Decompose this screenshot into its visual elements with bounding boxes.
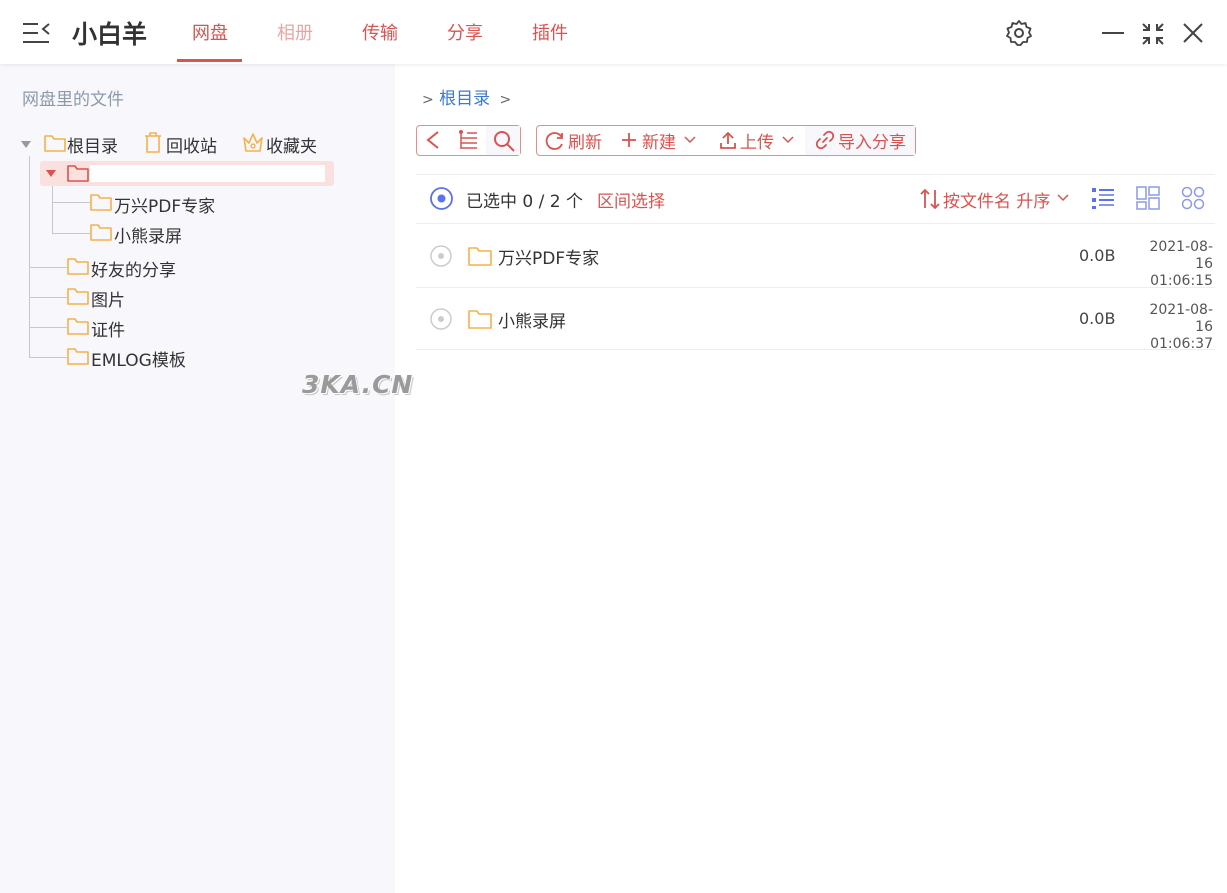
folder-icon — [67, 288, 89, 305]
import-share-button[interactable]: 导入分享 — [838, 128, 906, 153]
tab-share[interactable]: 分享 — [447, 19, 483, 45]
file-size: 0.0B — [1079, 309, 1116, 328]
file-date-day: 2021-08-16 — [1149, 239, 1213, 272]
grid-view-icon[interactable] — [1181, 186, 1205, 210]
maximize-icon[interactable] — [1141, 22, 1165, 46]
file-size: 0.0B — [1079, 246, 1116, 265]
refresh-button[interactable]: 刷新 — [568, 128, 602, 153]
range-select-button[interactable]: 区间选择 — [597, 187, 665, 212]
tree-folder-label[interactable]: EMLOG模板 — [91, 346, 186, 371]
refresh-icon — [545, 132, 563, 150]
app-title: 小白羊 — [72, 20, 148, 49]
tab-plugins[interactable]: 插件 — [532, 19, 568, 45]
tree-line — [29, 327, 67, 328]
tree-line — [29, 357, 67, 358]
row-select-radio-icon[interactable] — [430, 308, 452, 330]
chevron-down-icon — [782, 136, 794, 144]
divider — [416, 223, 1215, 224]
chevron-down-icon — [684, 136, 696, 144]
folder-icon — [67, 318, 89, 335]
tree-line — [52, 184, 53, 234]
search-icon[interactable] — [492, 129, 516, 153]
expand-arrow-icon[interactable] — [45, 168, 57, 178]
thumbnail-view-icon[interactable] — [1136, 186, 1160, 210]
title-bar: 小白羊 网盘 相册 传输 分享 插件 — [0, 0, 1227, 64]
folder-icon — [44, 135, 66, 152]
new-button[interactable]: 新建 — [642, 128, 676, 153]
file-name[interactable]: 万兴PDF专家 — [498, 244, 599, 269]
row-select-radio-icon[interactable] — [430, 245, 452, 267]
breadcrumb-root[interactable]: 根目录 — [439, 89, 490, 109]
tree-folder-label[interactable]: 证件 — [91, 316, 125, 341]
divider — [416, 174, 1215, 175]
tree-root-label[interactable]: 根目录 — [67, 132, 118, 157]
tree-line — [29, 267, 67, 268]
file-date-time: 01:06:37 — [1150, 336, 1213, 352]
tab-netdisk[interactable]: 网盘 — [192, 19, 228, 45]
tab-transfer[interactable]: 传输 — [362, 19, 398, 45]
chevron-down-icon — [1057, 194, 1069, 202]
tab-album[interactable]: 相册 — [277, 19, 313, 45]
link-icon — [815, 130, 835, 150]
active-tab-indicator — [177, 59, 242, 62]
upload-icon — [720, 131, 736, 149]
gear-icon[interactable] — [1005, 19, 1033, 47]
tree-favorites-label[interactable]: 收藏夹 — [266, 132, 317, 157]
tree-view-icon[interactable] — [456, 128, 480, 152]
tree-line — [52, 233, 90, 234]
tree-line — [52, 202, 90, 203]
breadcrumb-separator: > — [499, 92, 512, 108]
file-name[interactable]: 小熊录屏 — [498, 307, 566, 332]
folder-icon — [90, 224, 112, 241]
close-icon[interactable] — [1182, 22, 1204, 44]
expand-arrow-icon[interactable] — [20, 139, 32, 149]
breadcrumb-separator: > — [422, 92, 434, 108]
breadcrumb: > 根目录 > — [422, 84, 511, 109]
divider — [416, 287, 1215, 288]
list-view-icon[interactable] — [1091, 186, 1115, 210]
back-icon[interactable] — [424, 130, 442, 150]
tree-folder-label[interactable]: 图片 — [91, 286, 125, 311]
tree-folder-label[interactable]: 好友的分享 — [91, 256, 176, 281]
file-date: 2021-08-16 01:06:37 — [1132, 302, 1213, 353]
folder-icon — [90, 194, 112, 211]
file-date-day: 2021-08-16 — [1149, 302, 1213, 335]
upload-button[interactable]: 上传 — [740, 128, 774, 153]
file-date: 2021-08-16 01:06:15 — [1132, 239, 1213, 290]
tree-trash-label[interactable]: 回收站 — [166, 132, 217, 157]
folder-icon — [67, 165, 89, 182]
select-all-radio-icon[interactable] — [429, 186, 454, 211]
sort-button[interactable]: 按文件名 升序 — [943, 187, 1050, 212]
tree-folder-label[interactable]: 万兴PDF专家 — [114, 192, 215, 217]
folder-icon — [67, 258, 89, 275]
watermark: 3KA.CN — [302, 370, 414, 399]
tree-folder-label[interactable]: 小熊录屏 — [114, 222, 182, 247]
menu-collapse-icon[interactable] — [22, 20, 52, 46]
sidebar-title: 网盘里的文件 — [22, 90, 124, 110]
trash-icon — [145, 132, 161, 153]
folder-icon — [67, 348, 89, 365]
plus-icon — [622, 133, 636, 147]
rename-field[interactable] — [90, 165, 325, 182]
sort-icon — [920, 188, 940, 210]
folder-icon — [468, 310, 492, 329]
selection-count: 已选中 0 / 2 个 — [466, 192, 583, 212]
crown-favorites-icon — [243, 133, 263, 152]
folder-icon — [468, 247, 492, 266]
tree-line — [29, 297, 67, 298]
minimize-icon[interactable] — [1101, 22, 1125, 44]
sidebar: 网盘里的文件 根目录 回收站 收藏夹 万兴PDF专家 小熊录屏 好友的分享 图片… — [0, 64, 395, 893]
divider — [416, 349, 1215, 350]
